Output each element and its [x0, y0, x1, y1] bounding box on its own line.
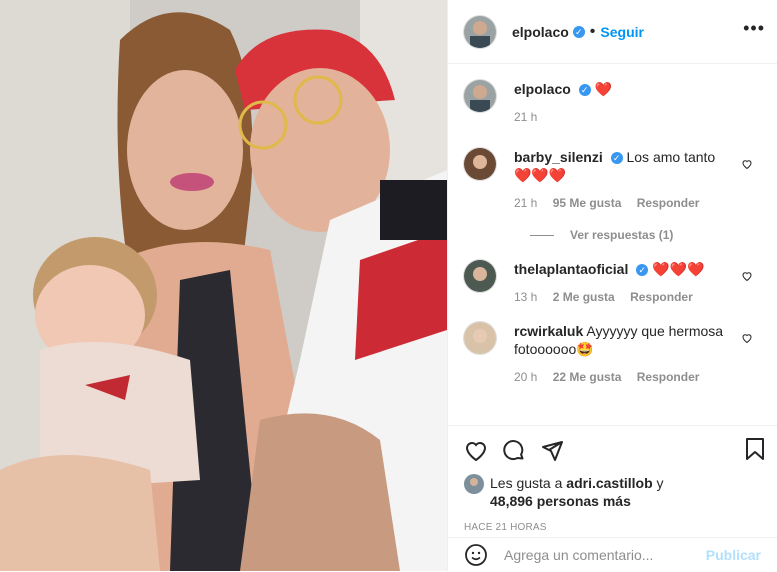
liker-avatar[interactable] — [464, 474, 484, 494]
verified-icon: ✓ — [572, 25, 585, 38]
follow-button[interactable]: Seguir — [600, 24, 644, 40]
comment-likes[interactable]: 95 Me gusta — [553, 196, 622, 210]
comment-row: thelaplantaoficial ✓ ❤️❤️❤️ 13 h 2 Me gu… — [464, 260, 761, 306]
post-actions: Les gusta a adri.castillob y 48,896 pers… — [448, 425, 777, 572]
liker-username[interactable]: adri.castillob — [566, 475, 652, 491]
comment-likes[interactable]: 2 Me gusta — [553, 290, 615, 304]
family-photo — [0, 0, 447, 571]
publish-button[interactable]: Publicar — [706, 547, 761, 563]
verified-icon: ✓ — [636, 264, 649, 277]
comment-emoji: ❤️❤️❤️ — [652, 261, 705, 277]
view-replies-button[interactable]: Ver respuestas (1) — [530, 228, 761, 242]
like-comment-icon[interactable] — [741, 158, 753, 170]
comment-meta: 20 h 22 Me gusta Responder — [514, 368, 737, 386]
reply-button[interactable]: Responder — [630, 290, 693, 304]
separator-dot: • — [589, 22, 596, 40]
comment-username[interactable]: thelaplantaoficial — [514, 261, 628, 277]
comment-input[interactable]: Agrega un comentario... — [504, 547, 706, 563]
reply-button[interactable]: Responder — [637, 196, 700, 210]
likes-prefix: Les gusta a — [490, 475, 567, 491]
comment-icon[interactable] — [502, 439, 526, 463]
likes-mid: y — [652, 475, 664, 491]
comment-username[interactable]: rcwirkaluk — [514, 323, 583, 339]
more-options-icon[interactable]: ••• — [743, 18, 765, 39]
comment-avatar[interactable] — [464, 148, 496, 180]
comment-time[interactable]: 13 h — [514, 290, 537, 304]
post: elpolaco ✓ • Seguir ••• elpolaco ✓ ❤️ 21… — [0, 0, 777, 571]
verified-icon: ✓ — [610, 152, 623, 165]
caption-text: ❤️ — [594, 81, 613, 97]
author-avatar[interactable] — [464, 15, 496, 48]
caption-row: elpolaco ✓ ❤️ 21 h — [464, 80, 761, 126]
comment-avatar[interactable] — [464, 322, 496, 354]
emoji-icon[interactable] — [464, 543, 488, 567]
caption-avatar[interactable] — [464, 80, 496, 112]
action-icons — [448, 426, 777, 466]
post-header: elpolaco ✓ • Seguir ••• — [448, 0, 777, 64]
author-username[interactable]: elpolaco — [512, 24, 569, 40]
comment-row: rcwirkaluk Ayyyyyy que hermosa fotoooooo… — [464, 322, 761, 386]
likes-count[interactable]: 48,896 personas más — [490, 493, 631, 509]
post-sidebar: elpolaco ✓ • Seguir ••• elpolaco ✓ ❤️ 21… — [447, 0, 777, 571]
heart-icon[interactable] — [464, 439, 488, 463]
caption-time[interactable]: 21 h — [514, 108, 737, 126]
like-comment-icon[interactable] — [741, 332, 753, 344]
comment-meta: 13 h 2 Me gusta Responder — [514, 288, 737, 306]
bookmark-icon[interactable] — [743, 437, 767, 461]
comment-row: barby_silenzi ✓ Los amo tanto ❤️❤️❤️ 21 … — [464, 148, 761, 212]
comment-avatar[interactable] — [464, 260, 496, 292]
comment-time[interactable]: 21 h — [514, 196, 537, 210]
post-timestamp[interactable]: HACE 21 HORAS — [448, 510, 777, 533]
comment-likes[interactable]: 22 Me gusta — [553, 370, 622, 384]
comment-username[interactable]: barby_silenzi — [514, 149, 603, 165]
replies-line — [530, 235, 554, 237]
comment-time[interactable]: 20 h — [514, 370, 537, 384]
comment-emoji: ❤️❤️❤️ — [514, 167, 567, 183]
comment-text: Los amo tanto — [626, 149, 716, 165]
caption-username[interactable]: elpolaco — [514, 81, 571, 97]
likes-summary: Les gusta a adri.castillob y 48,896 pers… — [448, 466, 777, 510]
reply-button[interactable]: Responder — [637, 370, 700, 384]
like-comment-icon[interactable] — [741, 270, 753, 282]
comments-list[interactable]: elpolaco ✓ ❤️ 21 h barby_silenzi ✓ Los a… — [448, 64, 777, 426]
verified-icon: ✓ — [578, 84, 591, 97]
comment-box: Agrega un comentario... Publicar — [448, 537, 777, 572]
view-replies-label: Ver respuestas (1) — [570, 228, 674, 242]
share-icon[interactable] — [540, 439, 564, 463]
comment-meta: 21 h 95 Me gusta Responder — [514, 194, 737, 212]
post-photo[interactable] — [0, 0, 447, 571]
